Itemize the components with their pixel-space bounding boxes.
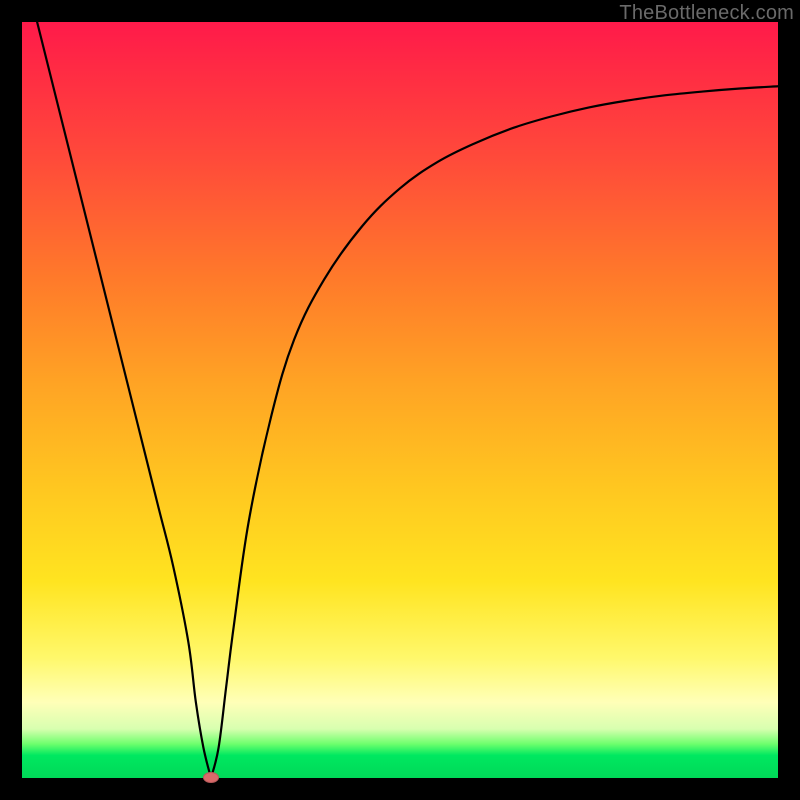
plot-area [22, 22, 778, 778]
bottleneck-curve [22, 22, 778, 778]
curve-path [37, 22, 778, 778]
watermark-text: TheBottleneck.com [619, 2, 794, 25]
chart-frame: TheBottleneck.com [0, 0, 800, 800]
optimum-marker [203, 772, 219, 783]
